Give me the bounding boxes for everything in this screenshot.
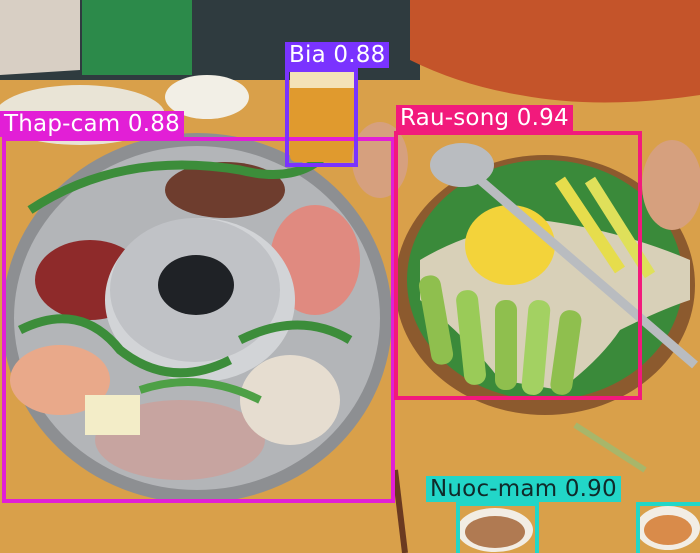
detection-box-rau-song [394, 131, 642, 400]
detection-box-nuoc-mam-2 [636, 502, 700, 553]
detection-label-rau-song: Rau-song 0.94 [396, 105, 573, 131]
handbag [0, 0, 80, 75]
green-bag [82, 0, 192, 75]
detection-label-nuoc-mam: Nuoc-mam 0.90 [426, 476, 621, 502]
detection-label-thap-cam: Thap-cam 0.88 [0, 111, 184, 137]
detection-box-bia [285, 68, 358, 167]
food-photo-scene: Thap-cam 0.88 Bia 0.88 Rau-song 0.94 Nuo… [0, 0, 700, 553]
detection-label-bia: Bia 0.88 [285, 42, 390, 68]
detection-box-nuoc-mam [456, 502, 539, 553]
detection-box-thap-cam [2, 137, 395, 503]
right-hand [642, 140, 700, 230]
